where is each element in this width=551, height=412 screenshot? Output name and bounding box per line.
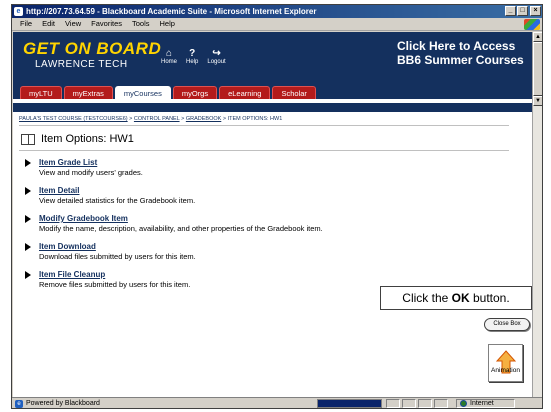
tab-myltu[interactable]: myLTU bbox=[20, 86, 62, 99]
menu-view[interactable]: View bbox=[60, 18, 86, 30]
window-title: http://207.73.64.59 - Blackboard Academi… bbox=[26, 7, 317, 16]
breadcrumb-gradebook[interactable]: GRADEBOOK bbox=[186, 116, 221, 122]
modify-gradebook-item-link[interactable]: Modify Gradebook Item bbox=[39, 214, 513, 224]
promo-link[interactable]: Click Here to Access BB6 Summer Courses bbox=[397, 39, 524, 67]
brand-logo[interactable]: GET ON BOARD bbox=[23, 39, 161, 59]
item-detail-link[interactable]: Item Detail bbox=[39, 186, 513, 196]
status-cell bbox=[418, 399, 432, 408]
brand-subtitle: LAWRENCE TECH bbox=[35, 59, 128, 70]
top-links: ⌂ Home ? Help ↪ Logout bbox=[161, 48, 226, 65]
list-item: Modify Gradebook Item Modify the name, d… bbox=[23, 214, 513, 242]
page-viewport: GET ON BOARD LAWRENCE TECH ⌂ Home ? Help… bbox=[13, 32, 533, 397]
option-description: Modify the name, description, availabili… bbox=[39, 224, 323, 233]
browser-window: e http://207.73.64.59 - Blackboard Acade… bbox=[11, 4, 543, 409]
status-cells bbox=[386, 399, 448, 408]
breadcrumb-current: ITEM OPTIONS: HW1 bbox=[227, 116, 283, 122]
close-box-button[interactable]: Close Box bbox=[484, 318, 530, 331]
page-header: Item Options: HW1 bbox=[21, 133, 134, 145]
breadcrumb: PAULA'S TEST COURSE (TESTCOURSE6) > CONT… bbox=[19, 116, 282, 122]
help-link[interactable]: ? Help bbox=[186, 48, 198, 65]
menu-file[interactable]: File bbox=[15, 18, 37, 30]
status-left: e Powered by Blackboard bbox=[12, 399, 314, 408]
scroll-up-icon[interactable]: ▲ bbox=[533, 32, 542, 42]
callout-ok-text: OK bbox=[451, 291, 470, 305]
list-item: Item Grade List View and modify users' g… bbox=[23, 158, 513, 186]
menu-edit[interactable]: Edit bbox=[37, 18, 60, 30]
scroll-down-icon[interactable]: ▼ bbox=[533, 96, 542, 106]
tab-underline bbox=[13, 99, 533, 103]
help-icon: ? bbox=[189, 48, 196, 59]
tab-elearning[interactable]: eLearning bbox=[219, 86, 271, 99]
logout-label: Logout bbox=[207, 59, 226, 65]
vertical-scrollbar[interactable]: ▲ ▼ bbox=[532, 32, 542, 397]
ie-page-icon: e bbox=[15, 399, 23, 408]
item-download-link[interactable]: Item Download bbox=[39, 242, 513, 252]
item-grade-list-link[interactable]: Item Grade List bbox=[39, 158, 513, 168]
breadcrumb-separator: > bbox=[222, 116, 227, 122]
home-link[interactable]: ⌂ Home bbox=[161, 48, 177, 65]
breadcrumb-separator: > bbox=[129, 116, 133, 122]
option-description: View detailed statistics for the Gradebo… bbox=[39, 196, 196, 205]
logout-icon: ↪ bbox=[212, 48, 221, 59]
breadcrumb-course[interactable]: PAULA'S TEST COURSE (TESTCOURSE6) bbox=[19, 116, 128, 122]
arrow-right-icon bbox=[25, 243, 31, 251]
home-icon: ⌂ bbox=[165, 48, 173, 59]
logout-link[interactable]: ↪ Logout bbox=[207, 48, 225, 65]
minimize-icon[interactable]: _ bbox=[505, 6, 516, 16]
arrow-right-icon bbox=[25, 215, 31, 223]
maximize-icon[interactable]: □ bbox=[517, 6, 528, 16]
title-bar: e http://207.73.64.59 - Blackboard Acade… bbox=[12, 5, 542, 18]
item-file-cleanup-link[interactable]: Item File Cleanup bbox=[39, 270, 513, 280]
globe-icon bbox=[460, 400, 467, 407]
arrow-right-icon bbox=[25, 271, 31, 279]
menu-favorites[interactable]: Favorites bbox=[86, 18, 127, 30]
arrow-right-icon bbox=[25, 159, 31, 167]
status-cell bbox=[434, 399, 448, 408]
option-description: Download files submitted by users for th… bbox=[39, 252, 196, 261]
tab-mycourses[interactable]: myCourses bbox=[114, 86, 171, 99]
tab-scholar[interactable]: Scholar bbox=[272, 86, 316, 99]
tab-myextras[interactable]: myExtras bbox=[63, 86, 113, 99]
status-bar: e Powered by Blackboard Internet bbox=[12, 397, 542, 408]
window-controls: _ □ × bbox=[505, 6, 541, 16]
page-title: Item Options: HW1 bbox=[41, 133, 134, 145]
animation-label: Animation bbox=[491, 367, 520, 374]
progress-bar bbox=[317, 399, 382, 408]
status-cell bbox=[386, 399, 400, 408]
status-text: Powered by Blackboard bbox=[26, 400, 100, 407]
list-item: Item Detail View detailed statistics for… bbox=[23, 186, 513, 214]
instruction-callout: Click the OK button. bbox=[380, 286, 532, 310]
help-label: Help bbox=[186, 59, 199, 65]
item-options-list: Item Grade List View and modify users' g… bbox=[23, 158, 513, 298]
breadcrumb-divider bbox=[19, 125, 509, 126]
breadcrumb-separator: > bbox=[181, 116, 185, 122]
option-description: View and modify users' grades. bbox=[39, 168, 143, 177]
animation-button[interactable]: Animation bbox=[488, 344, 523, 382]
ie-logo-icon: e bbox=[14, 7, 23, 16]
menu-bar: File Edit View Favorites Tools Help bbox=[12, 18, 542, 31]
windows-logo-icon bbox=[524, 19, 540, 30]
promo-line2: BB6 Summer Courses bbox=[397, 53, 524, 67]
header-divider bbox=[19, 150, 509, 151]
home-label: Home bbox=[161, 59, 178, 65]
promo-line1: Click Here to Access bbox=[397, 39, 516, 53]
zone-label: Internet bbox=[470, 400, 494, 407]
menu-tools[interactable]: Tools bbox=[127, 18, 155, 30]
menu-help[interactable]: Help bbox=[155, 18, 180, 30]
callout-prefix: Click the bbox=[402, 291, 452, 305]
status-cell bbox=[402, 399, 416, 408]
book-icon bbox=[21, 133, 35, 145]
close-icon[interactable]: × bbox=[530, 6, 541, 16]
callout-suffix: button. bbox=[469, 291, 510, 305]
arrow-right-icon bbox=[25, 187, 31, 195]
security-zone: Internet bbox=[456, 399, 515, 408]
breadcrumb-control-panel[interactable]: CONTROL PANEL bbox=[134, 116, 180, 122]
nav-tabs: myLTU myExtras myCourses myOrgs eLearnin… bbox=[20, 86, 316, 99]
list-item: Item Download Download files submitted b… bbox=[23, 242, 513, 270]
site-banner: GET ON BOARD LAWRENCE TECH ⌂ Home ? Help… bbox=[13, 32, 533, 112]
scroll-thumb[interactable] bbox=[533, 42, 542, 96]
tab-myorgs[interactable]: myOrgs bbox=[172, 86, 218, 99]
